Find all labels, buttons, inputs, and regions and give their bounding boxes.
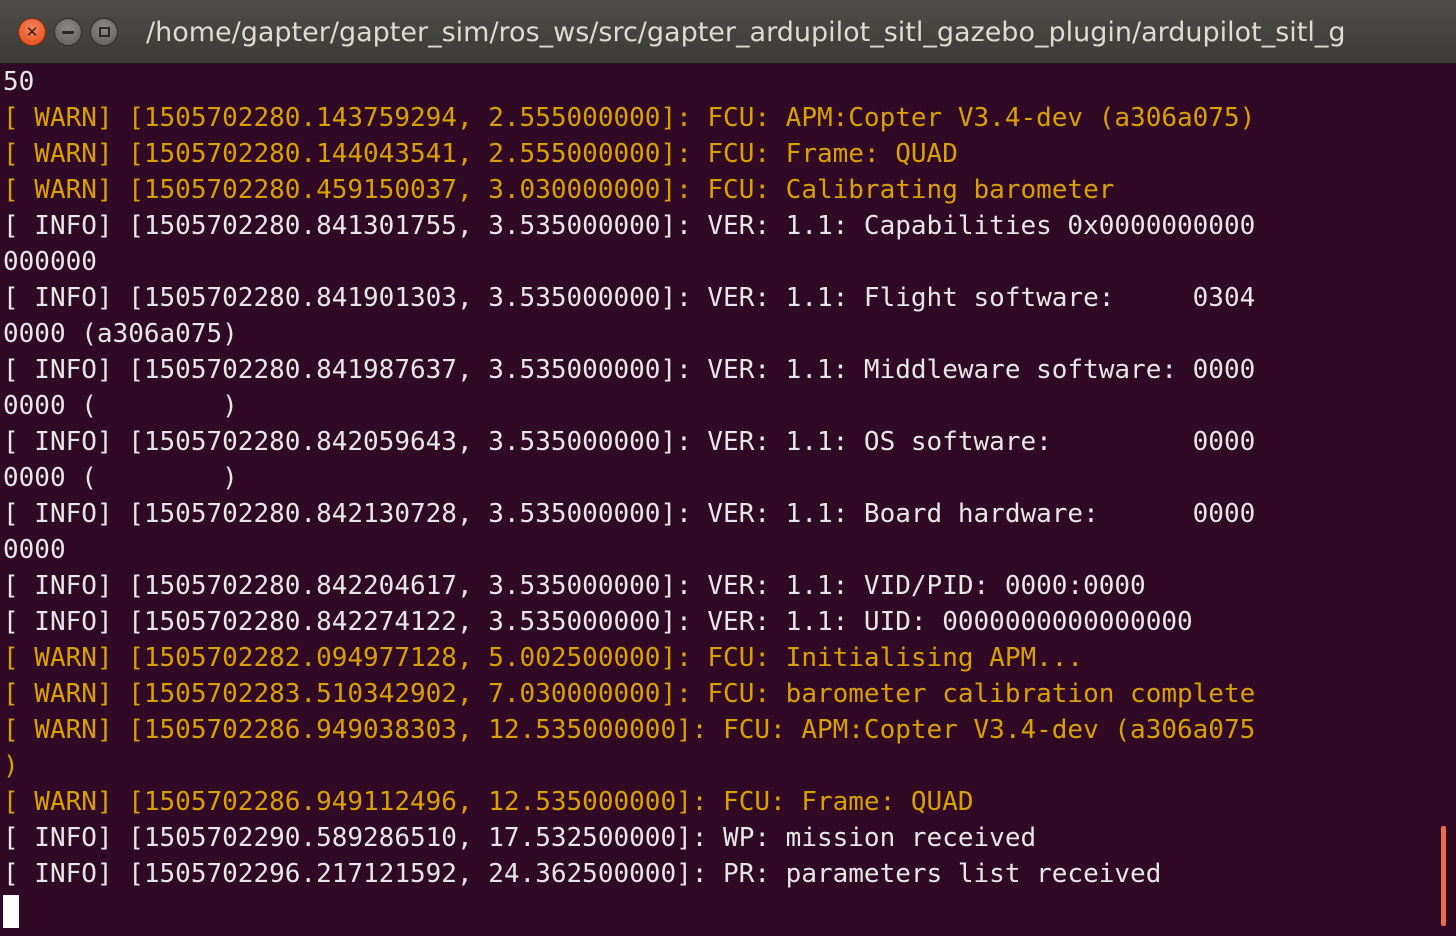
terminal-line: [ INFO] [1505702280.841987637, 3.5350000…: [3, 355, 1256, 385]
terminal-line: [ INFO] [1505702280.842274122, 3.5350000…: [3, 607, 1193, 637]
terminal-line: [ WARN] [1505702282.094977128, 5.0025000…: [3, 643, 1084, 673]
terminal-line: [ INFO] [1505702280.841901303, 3.5350000…: [3, 283, 1256, 313]
terminal-line: [ WARN] [1505702283.510342902, 7.0300000…: [3, 679, 1256, 709]
terminal-line: [ INFO] [1505702280.842059643, 3.5350000…: [3, 427, 1256, 457]
terminal-line: [ INFO] [1505702296.217121592, 24.362500…: [3, 859, 1162, 889]
terminal-line: 0000 ( ): [3, 391, 238, 421]
terminal-line: 0000 ( ): [3, 463, 238, 493]
terminal-line: [ WARN] [1505702286.949112496, 12.535000…: [3, 787, 974, 817]
title-bar[interactable]: ✕ /home/gapter/gapter_sim/ros_ws/src/gap…: [0, 0, 1456, 64]
terminal-line: [ INFO] [1505702280.841301755, 3.5350000…: [3, 211, 1256, 241]
terminal-lines: 50 [ WARN] [1505702280.143759294, 2.55500…: [3, 64, 1453, 892]
terminal-line: [ WARN] [1505702280.144043541, 2.5550000…: [3, 139, 958, 169]
terminal-line: 50: [3, 67, 35, 97]
terminal-line: [ INFO] [1505702280.842204617, 3.5350000…: [3, 571, 1146, 601]
terminal-output[interactable]: 50 [ WARN] [1505702280.143759294, 2.55500…: [3, 64, 1453, 936]
terminal-line: 0000 (a306a075): [3, 319, 238, 349]
terminal-line: [ WARN] [1505702286.949038303, 12.535000…: [3, 715, 1256, 745]
terminal-line: 0000: [3, 535, 66, 565]
terminal-line: [ INFO] [1505702280.842130728, 3.5350000…: [3, 499, 1256, 529]
text-cursor: [3, 894, 19, 928]
minimize-icon: [62, 30, 74, 34]
scrollbar-thumb[interactable]: [1441, 826, 1446, 926]
terminal-line: 000000: [3, 247, 97, 277]
close-icon: ✕: [25, 23, 39, 41]
terminal-line: [ WARN] [1505702280.143759294, 2.5550000…: [3, 103, 1256, 133]
minimize-button[interactable]: [54, 18, 82, 46]
prompt-line: [3, 892, 1453, 928]
maximize-button[interactable]: [90, 18, 118, 46]
terminal-line: ): [3, 751, 19, 781]
maximize-icon: [98, 27, 110, 37]
window-title: /home/gapter/gapter_sim/ros_ws/src/gapte…: [146, 17, 1346, 48]
terminal-line: [ WARN] [1505702280.459150037, 3.0300000…: [3, 175, 1115, 205]
close-button[interactable]: ✕: [18, 18, 46, 46]
terminal-window: ✕ /home/gapter/gapter_sim/ros_ws/src/gap…: [0, 0, 1456, 936]
terminal-line: [ INFO] [1505702290.589286510, 17.532500…: [3, 823, 1037, 853]
